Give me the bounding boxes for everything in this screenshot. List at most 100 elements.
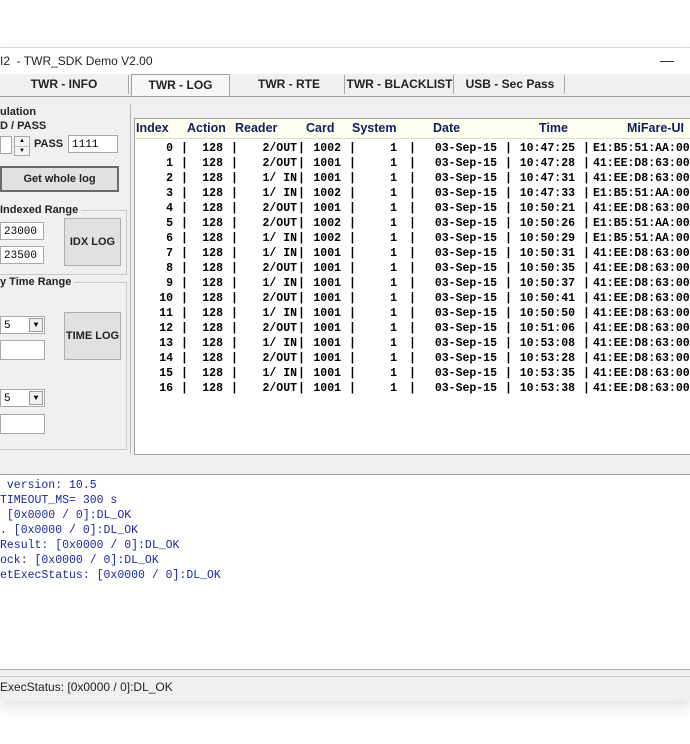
cell-date: 03-Sep-15 (434, 277, 497, 290)
cell-action: 128 (202, 352, 223, 365)
column-separator: | (583, 217, 590, 230)
cell-system: 1 (390, 307, 397, 320)
cell-card: 1001 (313, 247, 341, 260)
column-separator: | (409, 292, 416, 305)
table-row[interactable]: 11 128 1/ IN 1001 1 03-Sep-15 10:50:50 41:EE:D8… (135, 306, 690, 321)
id-field[interactable] (0, 136, 12, 154)
cell-card: 1001 (313, 277, 341, 290)
table-row[interactable]: 4 128 2/OUT 1001 1 03-Sep-15 10:50:21 41:EE:D8:… (135, 201, 690, 216)
cell-date: 03-Sep-15 (434, 337, 497, 350)
column-separator: | (298, 232, 305, 245)
cell-reader: 2/OUT (262, 322, 297, 335)
time-to-field[interactable] (0, 414, 45, 434)
cell-reader: 1/ IN (262, 277, 297, 290)
time-from-field[interactable] (0, 340, 45, 360)
emulation-group-title: ulation (0, 106, 37, 118)
table-row[interactable]: 9 128 1/ IN 1001 1 03-Sep-15 10:50:37 41:EE:D8:… (135, 276, 690, 291)
pass-field[interactable]: 1111 (68, 135, 118, 153)
cell-reader: 2/OUT (262, 217, 297, 230)
col-header-time[interactable]: Time (539, 121, 568, 135)
tab-bar: TWR - INFO TWR - LOG TWR - RTE TWR - BLA… (0, 74, 690, 97)
idx-log-button[interactable]: IDX LOG (64, 218, 121, 266)
id-spinner[interactable]: ▲ ▼ (14, 136, 30, 156)
table-row[interactable]: 15 128 1/ IN 1001 1 03-Sep-15 10:53:35 41:EE:D8… (135, 366, 690, 381)
col-header-reader[interactable]: Reader (235, 121, 277, 135)
col-header-mifare-uid[interactable]: MiFare-UI (627, 121, 684, 135)
time-from-select[interactable]: 5 ▼ (0, 316, 45, 334)
col-header-date[interactable]: Date (433, 121, 460, 135)
cell-reader: 2/OUT (262, 202, 297, 215)
column-separator: | (583, 382, 590, 395)
table-row[interactable]: 12 128 2/OUT 1001 1 03-Sep-15 10:51:06 41:EE:D8… (135, 321, 690, 336)
tab-usb-sec-pass[interactable]: USB - Sec Pass (456, 75, 565, 94)
time-range-label: y Time Range (0, 276, 75, 288)
cell-time: 10:51:06 (519, 322, 575, 335)
chevron-down-icon[interactable]: ▼ (29, 318, 43, 332)
column-separator: | (181, 172, 188, 185)
column-separator: | (181, 232, 188, 245)
cell-index: 0 (166, 142, 173, 155)
spin-down-icon[interactable]: ▼ (15, 147, 29, 155)
get-whole-log-button[interactable]: Get whole log (0, 166, 119, 192)
table-row[interactable]: 2 128 1/ IN 1001 1 03-Sep-15 10:47:31 41:EE:D8:… (135, 171, 690, 186)
column-separator: | (181, 247, 188, 260)
log-table[interactable]: Index Action Reader Card System Date Tim… (134, 118, 690, 455)
tab-twr-blacklist[interactable]: TWR - BLACKLIST (346, 75, 454, 94)
column-separator: | (583, 292, 590, 305)
cell-index: 3 (166, 187, 173, 200)
table-row[interactable]: 1 128 2/OUT 1001 1 03-Sep-15 10:47:28 41:EE:D8:… (135, 156, 690, 171)
table-row[interactable]: 3 128 1/ IN 1002 1 03-Sep-15 10:47:33 E1:B5:51:… (135, 186, 690, 201)
console-output[interactable]: version: 10.5 TIMEOUT_MS= 300 s [0x0000 /… (0, 474, 690, 670)
idx-to-field[interactable]: 23500 (0, 246, 44, 264)
cell-time: 10:50:26 (519, 217, 575, 230)
cell-time: 10:47:31 (519, 172, 575, 185)
cell-date: 03-Sep-15 (434, 382, 497, 395)
table-row[interactable]: 5 128 2/OUT 1002 1 03-Sep-15 10:50:26 E1:B5:51:… (135, 216, 690, 231)
table-row[interactable]: 10 128 2/OUT 1001 1 03-Sep-15 10:50:41 41:EE:D8… (135, 291, 690, 306)
cell-date: 03-Sep-15 (434, 247, 497, 260)
time-log-button[interactable]: TIME LOG (64, 312, 121, 360)
time-to-select[interactable]: 5 ▼ (0, 389, 45, 407)
table-row[interactable]: 6 128 1/ IN 1002 1 03-Sep-15 10:50:29 E1:B5:51:… (135, 231, 690, 246)
column-separator: | (181, 382, 188, 395)
cell-action: 128 (202, 262, 223, 275)
col-header-card[interactable]: Card (306, 121, 334, 135)
cell-system: 1 (390, 157, 397, 170)
chevron-down-icon[interactable]: ▼ (29, 391, 43, 405)
cell-mifare-uid: 41:EE:D8:63:00 (593, 382, 690, 395)
table-row[interactable]: 8 128 2/OUT 1001 1 03-Sep-15 10:50:35 41:EE:D8:… (135, 261, 690, 276)
cell-time: 10:53:38 (519, 382, 575, 395)
cell-index: 2 (166, 172, 173, 185)
cell-action: 128 (202, 202, 223, 215)
tab-twr-log[interactable]: TWR - LOG (131, 74, 230, 96)
col-header-system[interactable]: System (352, 121, 396, 135)
cell-time: 10:47:33 (519, 187, 575, 200)
cell-mifare-uid: 41:EE:D8:63:00 (593, 322, 690, 335)
column-separator: | (349, 262, 356, 275)
column-separator: | (181, 367, 188, 380)
column-separator: | (298, 277, 305, 290)
tab-twr-rte[interactable]: TWR - RTE (234, 75, 345, 94)
table-row[interactable]: 16 128 2/OUT 1001 1 03-Sep-15 10:53:38 41:EE:D8… (135, 381, 690, 396)
column-separator: | (349, 292, 356, 305)
table-row[interactable]: 14 128 2/OUT 1001 1 03-Sep-15 10:53:28 41:EE:D8… (135, 351, 690, 366)
cell-mifare-uid: 41:EE:D8:63:00 (593, 172, 690, 185)
column-separator: | (583, 352, 590, 365)
spin-up-icon[interactable]: ▲ (15, 137, 29, 147)
minimize-button[interactable]: — (654, 50, 680, 70)
column-separator: | (505, 292, 512, 305)
cell-card: 1001 (313, 307, 341, 320)
column-separator: | (349, 322, 356, 335)
cell-card: 1001 (313, 382, 341, 395)
idx-from-field[interactable]: 23000 (0, 222, 44, 240)
tab-twr-info[interactable]: TWR - INFO (0, 75, 129, 94)
table-row[interactable]: 13 128 1/ IN 1001 1 03-Sep-15 10:53:08 41:EE:D8… (135, 336, 690, 351)
table-row[interactable]: 0 128 2/OUT 1002 1 03-Sep-15 10:47:25 E1:B5:51:… (135, 141, 690, 156)
col-header-index[interactable]: Index (136, 121, 169, 135)
column-separator: | (583, 187, 590, 200)
cell-reader: 2/OUT (262, 292, 297, 305)
table-row[interactable]: 7 128 1/ IN 1001 1 03-Sep-15 10:50:31 41:EE:D8:… (135, 246, 690, 261)
col-header-action[interactable]: Action (187, 121, 226, 135)
cell-reader: 1/ IN (262, 247, 297, 260)
cell-date: 03-Sep-15 (434, 262, 497, 275)
